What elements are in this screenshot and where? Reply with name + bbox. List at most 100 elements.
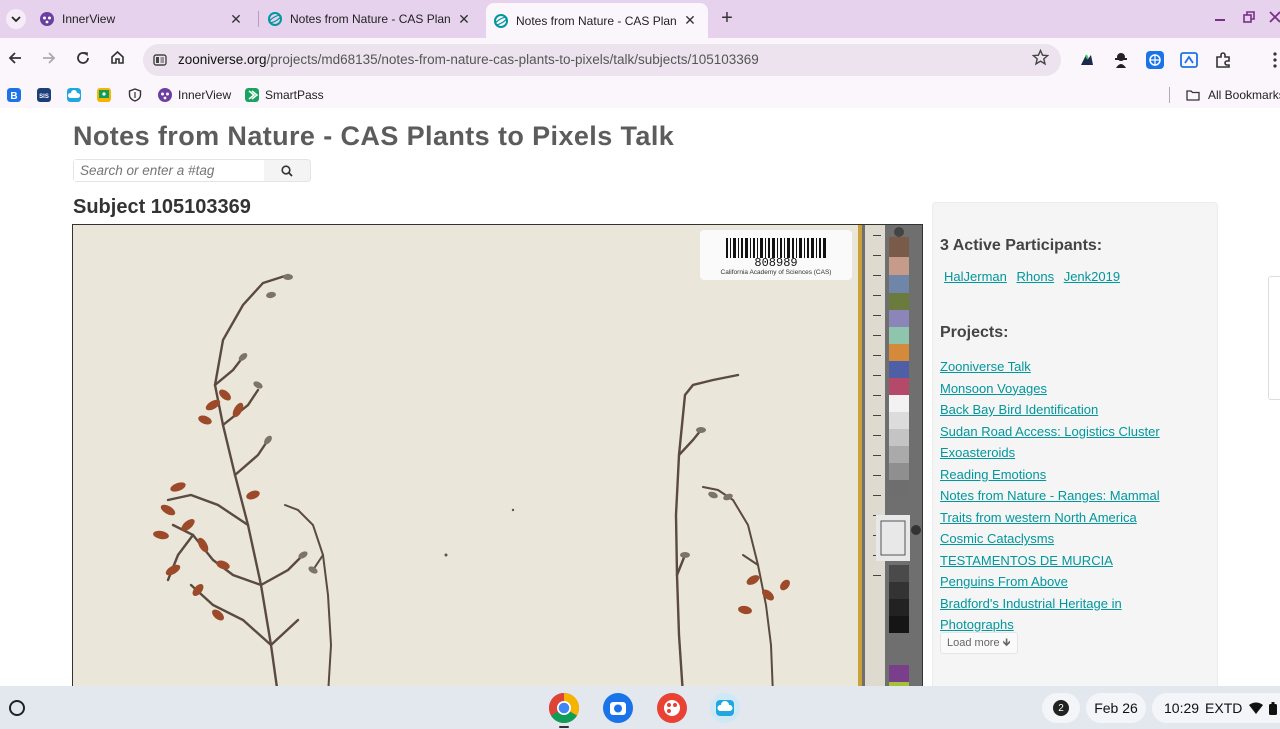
- participant-link[interactable]: Jenk2019: [1064, 269, 1120, 284]
- close-icon[interactable]: ✕: [456, 11, 472, 28]
- institution-label: California Academy of Sciences (CAS): [720, 269, 832, 276]
- arrow-right-icon: [43, 52, 56, 64]
- new-tab-button[interactable]: +: [716, 8, 738, 30]
- close-window-button[interactable]: [1269, 10, 1280, 26]
- browser-toolbar: zooniverse.org/projects/md68135/notes-fr…: [0, 38, 1280, 82]
- close-icon[interactable]: ✕: [682, 12, 698, 29]
- bookmarks-bar: B SIS InnerView SmartPass All Bookmarks: [0, 82, 1280, 108]
- forward-button[interactable]: [38, 49, 60, 71]
- feedback-side-tab[interactable]: [1268, 276, 1280, 400]
- url-path: /projects/md68135/notes-from-nature-cas-…: [266, 52, 759, 67]
- load-more-button[interactable]: Load more 🡻: [940, 632, 1018, 654]
- camera-app-icon[interactable]: [602, 692, 634, 724]
- project-link[interactable]: Notes from Nature - Ranges: Mammal: [940, 485, 1210, 507]
- projects-heading: Projects:: [940, 324, 1009, 341]
- tab-title: InnerView: [62, 12, 116, 26]
- tab-title: Notes from Nature - CAS Plant: [290, 12, 450, 26]
- project-link[interactable]: Sudan Road Access: Logistics Cluster: [940, 421, 1210, 443]
- wifi-icon: [1249, 702, 1264, 714]
- cloud-bookmark-icon[interactable]: [67, 88, 81, 102]
- arrow-left-icon: [8, 52, 21, 64]
- date-button[interactable]: Feb 26: [1086, 693, 1146, 723]
- projects-list: Zooniverse Talk Monsoon Voyages Back Bay…: [940, 356, 1210, 636]
- classroom-bookmark-icon[interactable]: [97, 88, 111, 102]
- svg-text:SIS: SIS: [39, 94, 49, 100]
- project-link[interactable]: Traits from western North America: [940, 507, 1210, 529]
- extension-spy-icon[interactable]: [1112, 51, 1130, 69]
- star-icon: [1031, 48, 1050, 66]
- project-link[interactable]: Zooniverse Talk: [940, 356, 1210, 378]
- back-button[interactable]: [4, 49, 26, 71]
- address-bar[interactable]: zooniverse.org/projects/md68135/notes-fr…: [143, 44, 1061, 76]
- herbarium-specimen-illustration: [73, 225, 922, 686]
- tab-title: Notes from Nature - CAS Plant: [516, 13, 676, 28]
- innerview-favicon-icon: [40, 12, 54, 26]
- talk-search-button[interactable]: [264, 160, 310, 181]
- system-shelf: 2 Feb 26 10:29 EXTD: [0, 686, 1280, 729]
- extensions-puzzle-icon[interactable]: [1214, 51, 1232, 69]
- bookmark-star-button[interactable]: [1031, 48, 1050, 71]
- more-vert-icon[interactable]: [1266, 51, 1280, 69]
- tab-strip: InnerView ✕ Notes from Nature - CAS Plan…: [0, 0, 1280, 38]
- smartpass-bookmark-icon[interactable]: [245, 88, 259, 102]
- tab-search-button[interactable]: [6, 9, 26, 29]
- minimize-icon: [1215, 19, 1225, 21]
- close-icon[interactable]: ✕: [228, 11, 244, 28]
- chrome-app-icon[interactable]: [548, 692, 580, 724]
- specimen-image[interactable]: 808989 California Academy of Sciences (C…: [72, 224, 923, 686]
- notification-count: 2: [1053, 700, 1069, 716]
- project-link[interactable]: Monsoon Voyages: [940, 378, 1210, 400]
- zooniverse-favicon-icon: [268, 12, 282, 26]
- canvas-app-icon[interactable]: [656, 692, 688, 724]
- project-link[interactable]: Bradford's Industrial Heritage in: [940, 593, 1210, 615]
- notifications-button[interactable]: 2: [1042, 693, 1080, 723]
- participant-link[interactable]: Rhons: [1016, 269, 1054, 284]
- project-link[interactable]: Back Bay Bird Identification: [940, 399, 1210, 421]
- project-link[interactable]: TESTAMENTOS DE MURCIA: [940, 550, 1210, 572]
- zooniverse-favicon-icon: [494, 13, 508, 28]
- blogger-bookmark-icon[interactable]: B: [7, 88, 21, 102]
- tab-notes-from-nature-1[interactable]: Notes from Nature - CAS Plant ✕: [260, 4, 482, 34]
- launcher-button[interactable]: [9, 700, 25, 716]
- page-content: Notes from Nature - CAS Plants to Pixels…: [0, 108, 1280, 686]
- extension-a-icon[interactable]: [1078, 51, 1096, 69]
- home-button[interactable]: [106, 49, 128, 71]
- page-title: Notes from Nature - CAS Plants to Pixels…: [73, 121, 675, 151]
- project-link[interactable]: Exoasteroids: [940, 442, 1210, 464]
- subject-heading: Subject 105103369: [73, 196, 251, 218]
- reload-icon: [77, 52, 89, 64]
- sis-bookmark-icon[interactable]: SIS: [37, 88, 51, 102]
- shield-bookmark-icon[interactable]: [128, 88, 142, 102]
- barcode-icon: [726, 238, 826, 258]
- site-info-icon[interactable]: [152, 52, 168, 68]
- search-icon: [281, 164, 293, 177]
- participant-link[interactable]: HalJerman: [944, 269, 1007, 284]
- cloud-app-icon[interactable]: [709, 692, 741, 724]
- project-link[interactable]: Cosmic Cataclysms: [940, 528, 1210, 550]
- bookmark-innerview[interactable]: InnerView: [178, 88, 231, 102]
- talk-search: [73, 159, 311, 182]
- barcode-number: 808989: [754, 256, 798, 270]
- innerview-bookmark-icon[interactable]: [158, 88, 172, 102]
- barcode-label: 808989 California Academy of Sciences (C…: [700, 230, 852, 280]
- url-host: zooniverse.org: [178, 52, 267, 67]
- all-bookmarks-button[interactable]: All Bookmarks: [1208, 88, 1280, 102]
- url-text[interactable]: zooniverse.org/projects/md68135/notes-fr…: [178, 52, 759, 67]
- extension-reader-icon[interactable]: [1180, 51, 1198, 69]
- talk-sidebar: 3 Active Participants: HalJerman Rhons J…: [932, 202, 1218, 686]
- chevron-down-icon: [11, 16, 21, 23]
- reload-button[interactable]: [72, 49, 94, 71]
- project-link[interactable]: Penguins From Above: [940, 571, 1210, 593]
- project-link[interactable]: Reading Emotions: [940, 464, 1210, 486]
- active-app-indicator: [559, 726, 569, 728]
- status-tray[interactable]: 10:29 EXTD: [1152, 693, 1280, 723]
- display-mode-label: EXTD: [1205, 700, 1243, 716]
- svg-text:B: B: [10, 91, 17, 102]
- talk-search-input[interactable]: [74, 160, 264, 181]
- bookmark-smartpass[interactable]: SmartPass: [265, 88, 324, 102]
- tab-notes-from-nature-2[interactable]: Notes from Nature - CAS Plant ✕: [486, 3, 708, 38]
- extension-globe-icon[interactable]: [1146, 51, 1164, 69]
- minimize-window-button[interactable]: [1214, 10, 1226, 26]
- tab-innerview[interactable]: InnerView ✕: [32, 4, 254, 34]
- restore-window-button[interactable]: [1243, 10, 1255, 26]
